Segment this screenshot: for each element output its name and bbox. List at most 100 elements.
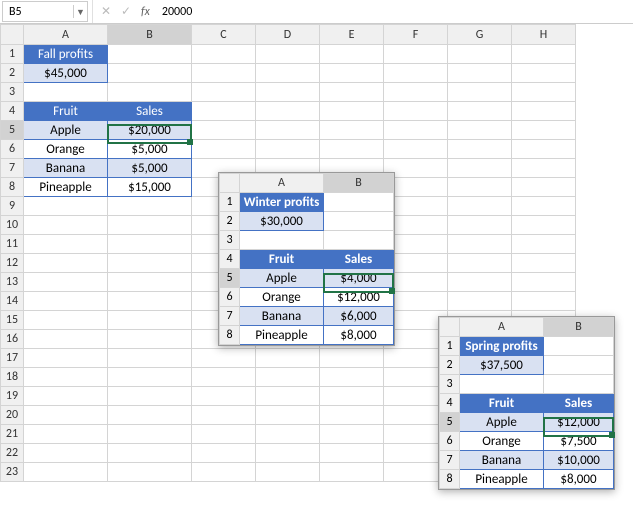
cell[interactable] xyxy=(320,368,384,387)
cell[interactable] xyxy=(448,178,512,197)
col-header-D[interactable]: D xyxy=(256,25,320,45)
cell[interactable] xyxy=(108,311,192,330)
cell[interactable] xyxy=(192,425,256,444)
row-header[interactable]: 1 xyxy=(1,45,24,64)
cell[interactable] xyxy=(320,64,384,83)
select-all-corner[interactable] xyxy=(1,25,24,45)
cell[interactable] xyxy=(192,83,256,102)
row-header[interactable]: 20 xyxy=(1,406,24,425)
cell[interactable] xyxy=(108,444,192,463)
cell[interactable] xyxy=(24,463,108,482)
col-header-C[interactable]: C xyxy=(192,25,256,45)
cell[interactable] xyxy=(192,64,256,83)
cell[interactable] xyxy=(256,121,320,140)
cell[interactable] xyxy=(108,292,192,311)
cell[interactable]: Sales xyxy=(324,250,394,269)
row-header[interactable]: 7 xyxy=(220,307,240,326)
cell[interactable] xyxy=(24,444,108,463)
cell[interactable]: Pineapple xyxy=(240,326,324,345)
cell[interactable] xyxy=(512,273,576,292)
row-header[interactable]: 17 xyxy=(1,349,24,368)
select-all-corner[interactable] xyxy=(440,318,460,337)
row-header[interactable]: 22 xyxy=(1,444,24,463)
cell[interactable] xyxy=(384,83,448,102)
formula-value[interactable]: 20000 xyxy=(150,5,192,19)
cell[interactable]: Banana xyxy=(460,451,544,470)
row-header[interactable]: 7 xyxy=(440,451,460,470)
row-header[interactable]: 6 xyxy=(1,140,24,159)
row-header[interactable]: 9 xyxy=(1,197,24,216)
row-header[interactable]: 21 xyxy=(1,425,24,444)
cell[interactable] xyxy=(512,159,576,178)
cell[interactable]: $12,000 xyxy=(324,288,394,307)
row-header[interactable]: 4 xyxy=(440,394,460,413)
row-header[interactable]: 23 xyxy=(1,463,24,482)
cell[interactable] xyxy=(512,235,576,254)
cell[interactable] xyxy=(544,356,614,375)
cell[interactable]: Fall profits xyxy=(24,45,108,64)
cell[interactable] xyxy=(320,425,384,444)
cell[interactable]: Orange xyxy=(24,140,108,159)
row-header[interactable]: 18 xyxy=(1,368,24,387)
cell[interactable] xyxy=(512,83,576,102)
cell[interactable]: $8,000 xyxy=(324,326,394,345)
col-header-B[interactable]: B xyxy=(544,318,614,337)
cell[interactable] xyxy=(512,140,576,159)
cell[interactable] xyxy=(320,121,384,140)
cell[interactable] xyxy=(108,463,192,482)
cell[interactable] xyxy=(384,64,448,83)
spring-sheet[interactable]: A B 1 Spring profits 2 $37,500 3 4 Fruit… xyxy=(438,316,615,490)
cell[interactable]: Apple xyxy=(24,121,108,140)
cell[interactable] xyxy=(108,83,192,102)
cell[interactable] xyxy=(24,330,108,349)
row-header[interactable]: 11 xyxy=(1,235,24,254)
row-header[interactable]: 2 xyxy=(220,212,240,231)
cell[interactable] xyxy=(256,444,320,463)
cell[interactable] xyxy=(256,463,320,482)
cell[interactable] xyxy=(192,102,256,121)
cell[interactable] xyxy=(448,216,512,235)
cell[interactable] xyxy=(448,159,512,178)
cell[interactable] xyxy=(108,254,192,273)
cell[interactable] xyxy=(448,197,512,216)
cell[interactable] xyxy=(320,140,384,159)
cell[interactable] xyxy=(24,197,108,216)
col-header-F[interactable]: F xyxy=(384,25,448,45)
cell[interactable] xyxy=(448,235,512,254)
cell[interactable] xyxy=(512,197,576,216)
cell[interactable] xyxy=(384,121,448,140)
cell[interactable] xyxy=(108,368,192,387)
cell[interactable] xyxy=(512,121,576,140)
cell[interactable]: Pineapple xyxy=(24,178,108,197)
cell[interactable] xyxy=(320,102,384,121)
col-header-H[interactable]: H xyxy=(512,25,576,45)
cell[interactable] xyxy=(256,368,320,387)
row-header[interactable]: 15 xyxy=(1,311,24,330)
cell[interactable] xyxy=(256,83,320,102)
cell[interactable]: Apple xyxy=(240,269,324,288)
cell[interactable] xyxy=(108,330,192,349)
cell[interactable] xyxy=(256,102,320,121)
cell[interactable] xyxy=(448,45,512,64)
cell[interactable]: Sales xyxy=(108,102,192,121)
cell[interactable]: $12,000 xyxy=(544,413,614,432)
cell[interactable] xyxy=(320,444,384,463)
cell[interactable] xyxy=(24,349,108,368)
cell[interactable] xyxy=(256,64,320,83)
cell[interactable]: $6,000 xyxy=(324,307,394,326)
cell[interactable] xyxy=(320,387,384,406)
cell[interactable]: Fruit xyxy=(24,102,108,121)
cell[interactable] xyxy=(192,140,256,159)
cell[interactable] xyxy=(448,83,512,102)
cell[interactable] xyxy=(320,45,384,64)
winter-sheet[interactable]: A B 1 Winter profits 2 $30,000 3 4 Fruit… xyxy=(218,172,395,346)
accept-icon[interactable]: ✓ xyxy=(121,4,131,19)
cell[interactable]: Banana xyxy=(24,159,108,178)
cell[interactable] xyxy=(108,425,192,444)
cell[interactable] xyxy=(24,292,108,311)
row-header[interactable]: 4 xyxy=(1,102,24,121)
row-header[interactable]: 2 xyxy=(440,356,460,375)
cell[interactable] xyxy=(512,216,576,235)
cell[interactable] xyxy=(24,425,108,444)
row-header[interactable]: 7 xyxy=(1,159,24,178)
